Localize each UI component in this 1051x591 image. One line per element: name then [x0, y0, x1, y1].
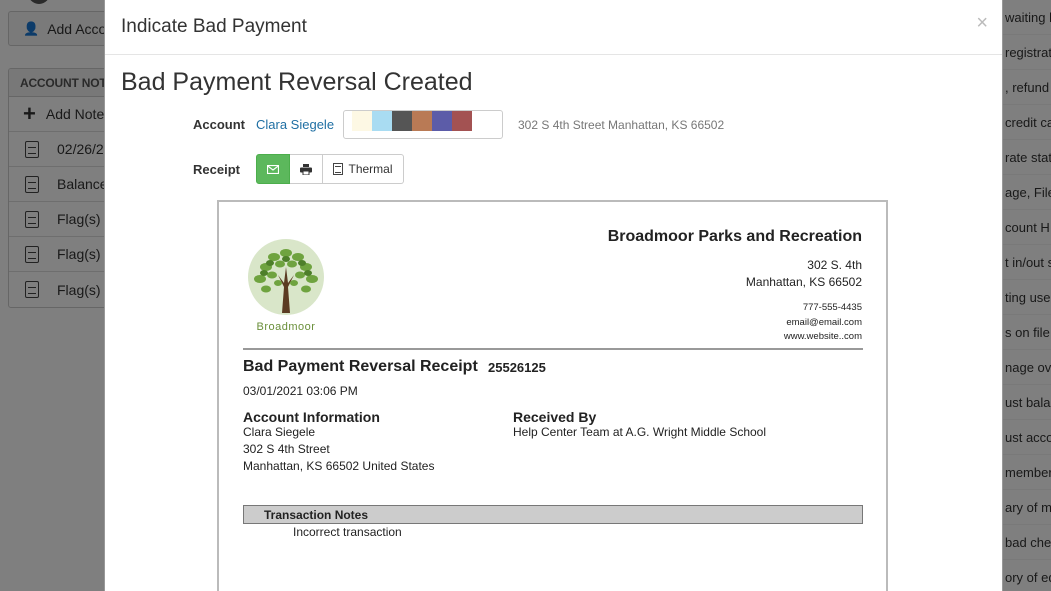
receipt-number: 25526125: [488, 360, 546, 375]
receipt-label: Receipt: [193, 162, 240, 177]
email-receipt-button[interactable]: [256, 154, 290, 184]
account-information-line: 302 S 4th Street: [243, 442, 330, 456]
document-icon: [333, 163, 344, 175]
account-information-line: Clara Siegele: [243, 425, 316, 439]
organization-phone: 777-555-4435: [802, 302, 862, 313]
color-swatch: [432, 111, 452, 131]
envelope-icon: [267, 164, 279, 174]
page-title: Bad Payment Reversal Created: [121, 68, 473, 96]
color-swatch: [412, 111, 432, 131]
divider: [243, 348, 863, 350]
print-receipt-button[interactable]: [290, 154, 323, 184]
tree-logo-icon: [248, 239, 324, 315]
logo-text: Broadmoor: [256, 321, 316, 333]
organization-website: www.website..com: [783, 331, 862, 342]
received-by-title: Received By: [513, 409, 597, 425]
account-address: 302 S 4th Street Manhattan, KS 66502: [518, 118, 725, 132]
received-by-line: Help Center Team at A.G. Wright Middle S…: [513, 425, 767, 439]
receipt-title: Bad Payment Reversal Receipt: [243, 358, 478, 375]
thermal-label: Thermal: [348, 162, 393, 176]
account-color-swatches: [343, 110, 503, 139]
account-information-line: Manhattan, KS 66502 United States: [243, 459, 435, 473]
account-information-title: Account Information: [243, 409, 380, 425]
modal-header: Indicate Bad Payment ×: [105, 0, 1002, 55]
color-swatch: [392, 111, 412, 131]
receipt-date: 03/01/2021 03:06 PM: [243, 384, 358, 398]
modal-title: Indicate Bad Payment: [121, 16, 307, 37]
color-swatch: [452, 111, 472, 131]
organization-email: email@email.com: [786, 317, 862, 328]
printer-icon: [300, 163, 312, 175]
color-swatch: [372, 111, 392, 131]
indicate-bad-payment-modal: Indicate Bad Payment × Bad Payment Rever…: [104, 0, 1003, 591]
receipt-button-group: Thermal: [256, 154, 404, 184]
organization-address-line: Manhattan, KS 66502: [745, 275, 862, 289]
account-link[interactable]: Clara Siegele: [256, 117, 334, 132]
thermal-receipt-button[interactable]: Thermal: [323, 154, 404, 184]
receipt-preview: Broadmoor Broadmoor Parks and Recreation…: [217, 200, 888, 591]
color-swatch: [352, 111, 372, 131]
organization-address-line: 302 S. 4th: [807, 258, 862, 272]
transaction-notes-text: Incorrect transaction: [293, 525, 402, 539]
account-label: Account: [193, 117, 245, 132]
organization-logo: Broadmoor: [244, 237, 328, 337]
transaction-notes-header: Transaction Notes: [243, 505, 863, 524]
close-icon[interactable]: ×: [976, 12, 988, 35]
organization-name: Broadmoor Parks and Recreation: [607, 228, 862, 245]
